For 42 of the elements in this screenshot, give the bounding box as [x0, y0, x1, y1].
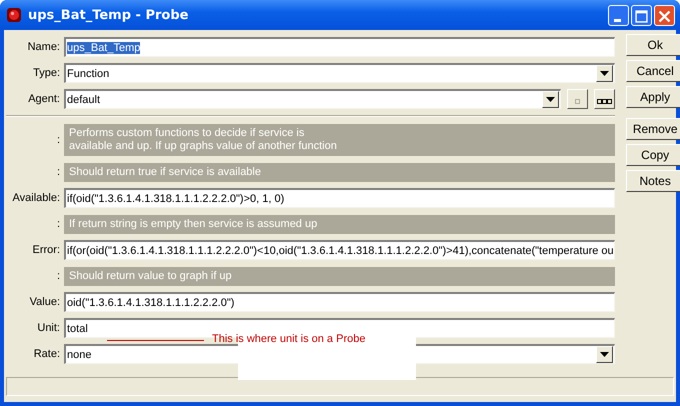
- info-text: Should return value to graph if up: [64, 266, 615, 286]
- window-title: ups_Bat_Temp - Probe: [28, 8, 190, 22]
- text-field[interactable]: if(oid("1.3.6.1.4.1.318.1.1.1.2.2.2.0")>0, 1, 0): [64, 188, 615, 208]
- close-button[interactable]: [654, 4, 675, 26]
- minimize-icon: [614, 18, 621, 22]
- dialog-button[interactable]: Copy: [626, 144, 680, 166]
- field-label: Rate:: [32, 348, 60, 360]
- dots-icon: [596, 99, 612, 104]
- browse-button[interactable]: [594, 89, 615, 109]
- dialog-button[interactable]: Notes: [626, 170, 680, 192]
- dialog-button[interactable]: Remove: [626, 118, 680, 140]
- info-text: Should return true if service is available: [64, 162, 615, 182]
- dropdown-arrow-icon: [600, 352, 609, 357]
- dialog-button[interactable]: Apply: [626, 86, 680, 108]
- colon-label: :: [56, 166, 60, 178]
- maximize-button[interactable]: [631, 4, 652, 26]
- field-label: Error:: [32, 244, 60, 256]
- field-label: Name:: [26, 41, 60, 53]
- colon-label: :: [56, 218, 60, 230]
- info-text: If return string is empty then service is assumed up: [64, 214, 615, 234]
- dropdown[interactable]: none: [64, 344, 615, 364]
- text-field[interactable]: oid("1.3.6.1.4.1.318.1.1.1.2.2.2.0"): [64, 292, 615, 312]
- field-label: Unit:: [36, 322, 60, 334]
- dialog-button[interactable]: Ok: [626, 34, 680, 56]
- field-label: Value:: [28, 296, 60, 308]
- square-icon: [574, 99, 580, 104]
- text-field[interactable]: if(or(oid("1.3.6.1.4.1.318.1.1.1.2.2.2.0")<10,oid("1.3.6.1.4.1.318.1.1.1.2.2.2.0")>41),concatenate("temperature ou: [64, 240, 615, 260]
- minimize-button[interactable]: [608, 4, 629, 26]
- small-button[interactable]: [566, 89, 588, 109]
- dropdown-arrow-icon: [546, 97, 555, 102]
- dialog-button[interactable]: Cancel: [626, 60, 680, 82]
- dropdown-arrow-icon: [600, 71, 609, 76]
- dropdown[interactable]: default: [64, 89, 561, 109]
- colon-label: :: [56, 270, 60, 282]
- app-icon: [6, 7, 22, 23]
- field-label: Available:: [12, 192, 60, 204]
- field-label: Agent:: [27, 93, 60, 105]
- info-text: Performs custom functions to decide if service is available and up. If up graphs value of another function: [64, 124, 615, 156]
- colon-label: :: [56, 134, 60, 146]
- field-label: Type:: [32, 67, 60, 79]
- text-field[interactable]: ups_Bat_Temp: [64, 37, 615, 57]
- dropdown[interactable]: Function: [64, 63, 615, 83]
